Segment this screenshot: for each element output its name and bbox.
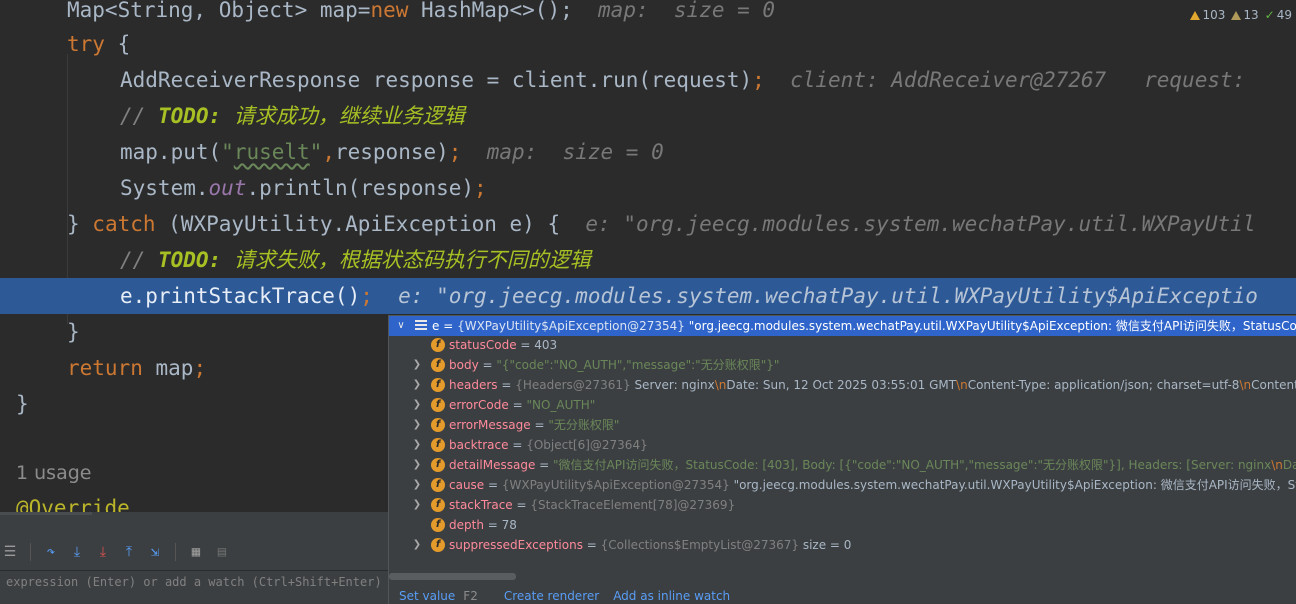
field-icon: f xyxy=(431,478,445,492)
field-icon: f xyxy=(431,458,445,472)
variable-inspector-popup: ∨ e = {WXPayUtility$ApiException@27354} … xyxy=(388,315,1296,604)
typo-check-icon: ✓ xyxy=(1264,8,1275,22)
add-inline-watch-link[interactable]: Add as inline watch xyxy=(613,586,730,604)
step-out-icon[interactable]: ⤒ xyxy=(119,542,139,562)
field-icon: f xyxy=(431,398,445,412)
step-over-icon[interactable]: ↷ xyxy=(41,542,61,562)
inspections-widget[interactable]: 103 13 ✓ 49 xyxy=(1190,8,1292,22)
tree-field-row[interactable]: ❯ f detailMessage = "微信支付API访问失败，StatusC… xyxy=(389,455,1296,475)
list-icon xyxy=(415,320,427,332)
tree-field-row[interactable]: ❯ f stackTrace = {StackTraceElement[78]@… xyxy=(389,495,1296,515)
execution-point-marker xyxy=(0,278,14,314)
todo-comment: 请求失败，根据状态码执行不同的逻辑 xyxy=(233,248,591,272)
tree-field-row[interactable]: ❯ f headers = {Headers@27361} Server: ng… xyxy=(389,375,1296,395)
watch-expression-input[interactable] xyxy=(0,570,388,592)
expand-chevron-icon[interactable]: ❯ xyxy=(411,535,423,555)
weak-warning-icon xyxy=(1231,10,1242,20)
debug-panel: ☰ ↷ ⤓ ⤓ ⤒ ⇲ ▦ ▤ xyxy=(0,512,388,604)
panel-tab-strip xyxy=(0,512,92,515)
code-line-try[interactable]: try { xyxy=(0,26,1296,62)
inline-hint: map: size = 0 xyxy=(486,140,664,164)
force-step-into-icon[interactable]: ⤓ xyxy=(93,542,113,562)
tree-field-row[interactable]: ❯ f suppressedExceptions = {Collections$… xyxy=(389,535,1296,555)
inline-hint: client: AddReceiver@27267 request: xyxy=(790,68,1258,92)
tree-root-row[interactable]: ∨ e = {WXPayUtility$ApiException@27354} … xyxy=(389,316,1296,336)
field-icon: f xyxy=(431,538,445,552)
todo-comment: 请求成功，继续业务逻辑 xyxy=(233,104,465,128)
field-icon: f xyxy=(431,358,445,372)
code-line-map-decl[interactable]: Map<String, Object> map=new HashMap<>();… xyxy=(0,0,1296,28)
tree-field-row[interactable]: f depth = 78 xyxy=(389,515,1296,535)
field-icon: f xyxy=(431,418,445,432)
code-line-client-run[interactable]: AddReceiverResponse response = client.ru… xyxy=(0,62,1296,98)
tree-field-row[interactable]: ❯ f errorCode = "NO_AUTH" xyxy=(389,395,1296,415)
field-icon: f xyxy=(431,438,445,452)
inline-hint: map: size = 0 xyxy=(598,0,776,22)
code-line-todo-fail[interactable]: // TODO: 请求失败，根据状态码执行不同的逻辑 xyxy=(0,242,1296,278)
tree-field-row[interactable]: ❯ f cause = {WXPayUtility$ApiException@2… xyxy=(389,475,1296,495)
code-line-print-stack-trace[interactable]: e.printStackTrace(); e: "org.jeecg.modul… xyxy=(0,278,1296,314)
warning-icon xyxy=(1190,10,1201,20)
menu-lines-icon[interactable]: ☰ xyxy=(0,542,20,562)
expand-chevron-icon[interactable]: ❯ xyxy=(411,475,423,495)
debug-toolbar: ☰ ↷ ⤓ ⤓ ⤒ ⇲ ▦ ▤ xyxy=(0,540,232,564)
field-icon: f xyxy=(431,378,445,392)
expand-chevron-icon[interactable]: ❯ xyxy=(411,375,423,395)
expand-chevron-icon[interactable]: ❯ xyxy=(411,455,423,475)
collapse-chevron-icon[interactable]: ∨ xyxy=(395,316,407,336)
tree-field-row[interactable]: ❯ f backtrace = {Object[6]@27364} xyxy=(389,435,1296,455)
trace-stream-icon[interactable]: ▤ xyxy=(212,542,232,562)
popup-action-bar: Set value F2 Create renderer Add as inli… xyxy=(399,586,730,604)
horizontal-scrollbar[interactable] xyxy=(389,573,516,580)
warnings-count[interactable]: 103 xyxy=(1190,8,1225,22)
field-icon: f xyxy=(431,498,445,512)
code-line-println[interactable]: System.out.println(response); xyxy=(0,170,1296,206)
toolbar-separator xyxy=(30,543,31,561)
expand-chevron-icon[interactable]: ❯ xyxy=(411,355,423,375)
set-value-shortcut: F2 xyxy=(463,589,478,603)
inline-hint: e: "org.jeecg.modules.system.wechatPay.u… xyxy=(585,212,1256,236)
expand-chevron-icon[interactable]: ❯ xyxy=(411,395,423,415)
set-value-link[interactable]: Set value xyxy=(399,586,455,604)
tree-field-row[interactable]: ❯ f body = "{"code":"NO_AUTH","message":… xyxy=(389,355,1296,375)
expand-chevron-icon[interactable]: ❯ xyxy=(411,415,423,435)
expand-chevron-icon[interactable]: ❯ xyxy=(411,495,423,515)
code-line-catch[interactable]: } catch (WXPayUtility.ApiException e) { … xyxy=(0,206,1296,242)
field-icon: f xyxy=(431,338,445,352)
inline-hint: e: "org.jeecg.modules.system.wechatPay.u… xyxy=(398,284,1258,308)
tree-field-row[interactable]: ❯ f errorMessage = "无分账权限" xyxy=(389,415,1296,435)
toolbar-separator xyxy=(175,543,176,561)
override-annotation: @Override xyxy=(16,496,130,512)
evaluate-expression-icon[interactable]: ▦ xyxy=(186,542,206,562)
typos-count[interactable]: ✓ 49 xyxy=(1265,8,1292,22)
usage-hint[interactable]: 1 usage xyxy=(16,462,91,484)
tree-field-row[interactable]: f statusCode = 403 xyxy=(389,335,1296,355)
code-line-todo-success[interactable]: // TODO: 请求成功，继续业务逻辑 xyxy=(0,98,1296,134)
weak-warnings-count[interactable]: 13 xyxy=(1231,8,1259,22)
run-to-cursor-icon[interactable]: ⇲ xyxy=(145,542,165,562)
step-into-icon[interactable]: ⤓ xyxy=(67,542,87,562)
code-line-map-put[interactable]: map.put("ruselt",response); map: size = … xyxy=(0,134,1296,170)
expand-chevron-icon[interactable]: ❯ xyxy=(411,435,423,455)
create-renderer-link[interactable]: Create renderer xyxy=(504,586,599,604)
field-icon: f xyxy=(431,518,445,532)
